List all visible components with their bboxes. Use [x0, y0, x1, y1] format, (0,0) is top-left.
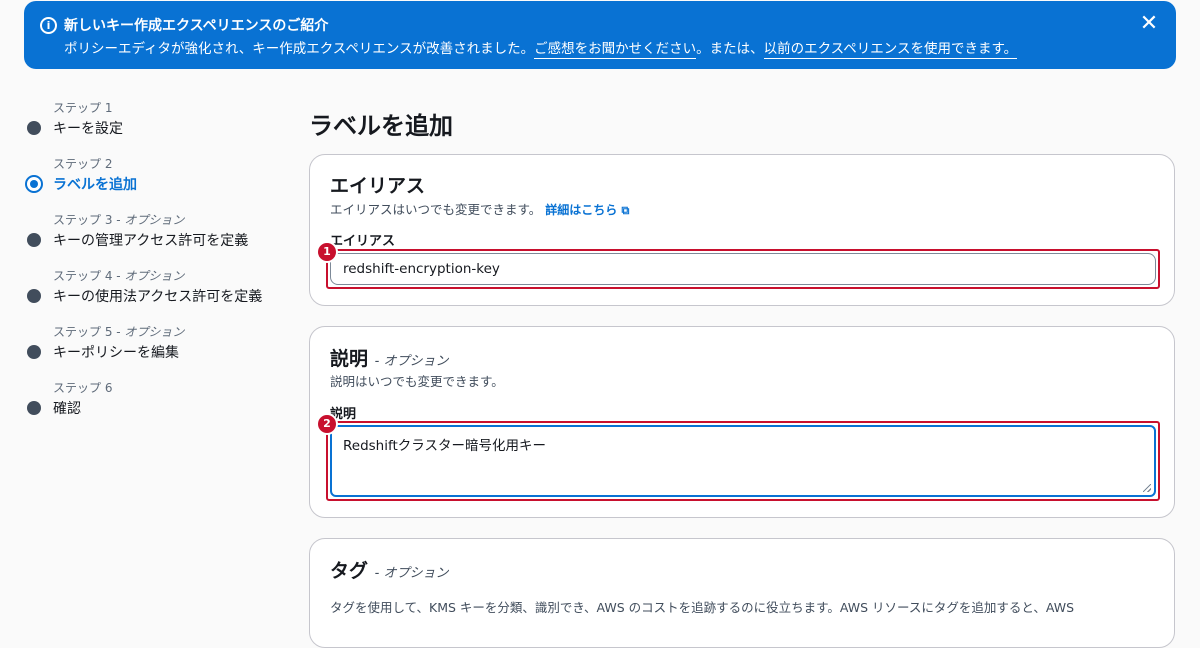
- step-label: ステップ 1: [53, 101, 113, 115]
- step-dot-icon: [27, 345, 41, 359]
- page-title: ラベルを追加: [309, 112, 453, 140]
- step-label: ステップ 6: [53, 381, 113, 395]
- banner-title: 新しいキー作成エクスペリエンスのご紹介: [64, 18, 329, 34]
- banner-body: ポリシーエディタが強化され、キー作成エクスペリエンスが改善されました。ご感想をお…: [64, 37, 1018, 59]
- step-5[interactable]: ステップ 5 - オプション キーポリシーを編集: [24, 320, 284, 376]
- step-dot-icon: [27, 289, 41, 303]
- step-4[interactable]: ステップ 4 - オプション キーの使用法アクセス許可を定義: [24, 264, 284, 320]
- step-3[interactable]: ステップ 3 - オプション キーの管理アクセス許可を定義: [24, 208, 284, 264]
- wizard-steps: ステップ 1 キーを設定 ステップ 2 ラベルを追加 ステップ 3 - オプショ…: [24, 96, 284, 432]
- description-textarea[interactable]: Redshiftクラスター暗号化用キー: [330, 425, 1156, 497]
- banner-message: ポリシーエディタが強化され、キー作成エクスペリエンスが改善されました。: [64, 41, 535, 57]
- step-name: キーの管理アクセス許可を定義: [53, 233, 249, 249]
- banner-middle-text: 。または、: [696, 41, 764, 57]
- step-label: ステップ 2: [53, 157, 113, 171]
- step-name: ラベルを追加: [53, 177, 137, 193]
- step-2[interactable]: ステップ 2 ラベルを追加: [24, 152, 284, 208]
- description-value: Redshiftクラスター暗号化用キー: [343, 438, 547, 454]
- step-label: ステップ 5 - オプション: [53, 325, 185, 339]
- alias-input[interactable]: [330, 253, 1156, 285]
- step-label: ステップ 4 - オプション: [53, 269, 185, 283]
- alias-section-description: エイリアスはいつでも変更できます。 詳細はこちら ⧉: [330, 202, 630, 217]
- alias-highlight: [326, 249, 1160, 289]
- step-dot-icon: [27, 121, 41, 135]
- step-dot-icon: [27, 233, 41, 247]
- step-1[interactable]: ステップ 1 キーを設定: [24, 96, 284, 152]
- info-icon: i: [40, 17, 57, 34]
- step-name: キーポリシーを編集: [53, 345, 179, 361]
- external-link-icon: ⧉: [621, 204, 630, 217]
- step-active-icon: [25, 175, 43, 193]
- step-badge-1: 1: [316, 241, 338, 263]
- alias-card: エイリアス エイリアスはいつでも変更できます。 詳細はこちら ⧉ エイリアス 1: [309, 154, 1175, 306]
- step-badge-2: 2: [316, 413, 338, 435]
- feedback-link[interactable]: ご感想をお聞かせください: [534, 41, 697, 59]
- tags-section-description: タグを使用して、KMS キーを分類、識別でき、AWS のコストを追跡するのに役立…: [330, 600, 1075, 615]
- step-name: キーを設定: [53, 121, 123, 137]
- step-name: 確認: [53, 401, 81, 417]
- step-name: キーの使用法アクセス許可を定義: [53, 289, 263, 305]
- close-icon[interactable]: ✕: [1138, 13, 1160, 35]
- tags-section-title: タグ - オプション: [330, 560, 449, 582]
- step-dot-icon: [27, 401, 41, 415]
- previous-experience-link[interactable]: 以前のエクスペリエンスを使用できます。: [763, 41, 1018, 59]
- description-card: 説明 - オプション 説明はいつでも変更できます。 説明 Redshiftクラス…: [309, 326, 1175, 518]
- alias-field-label: エイリアス: [330, 234, 396, 249]
- alias-section-title: エイリアス: [330, 175, 426, 197]
- learn-more-link[interactable]: 詳細はこちら ⧉: [545, 203, 629, 217]
- tags-card: タグ - オプション タグを使用して、KMS キーを分類、識別でき、AWS のコ…: [309, 538, 1175, 648]
- step-label: ステップ 3 - オプション: [53, 213, 185, 227]
- description-section-title: 説明 - オプション: [330, 348, 449, 370]
- description-highlight: Redshiftクラスター暗号化用キー: [326, 421, 1160, 501]
- step-6[interactable]: ステップ 6 確認: [24, 376, 284, 432]
- info-banner: i 新しいキー作成エクスペリエンスのご紹介 ポリシーエディタが強化され、キー作成…: [24, 1, 1176, 69]
- description-section-description: 説明はいつでも変更できます。: [330, 374, 504, 389]
- resize-handle-icon[interactable]: [1143, 484, 1151, 492]
